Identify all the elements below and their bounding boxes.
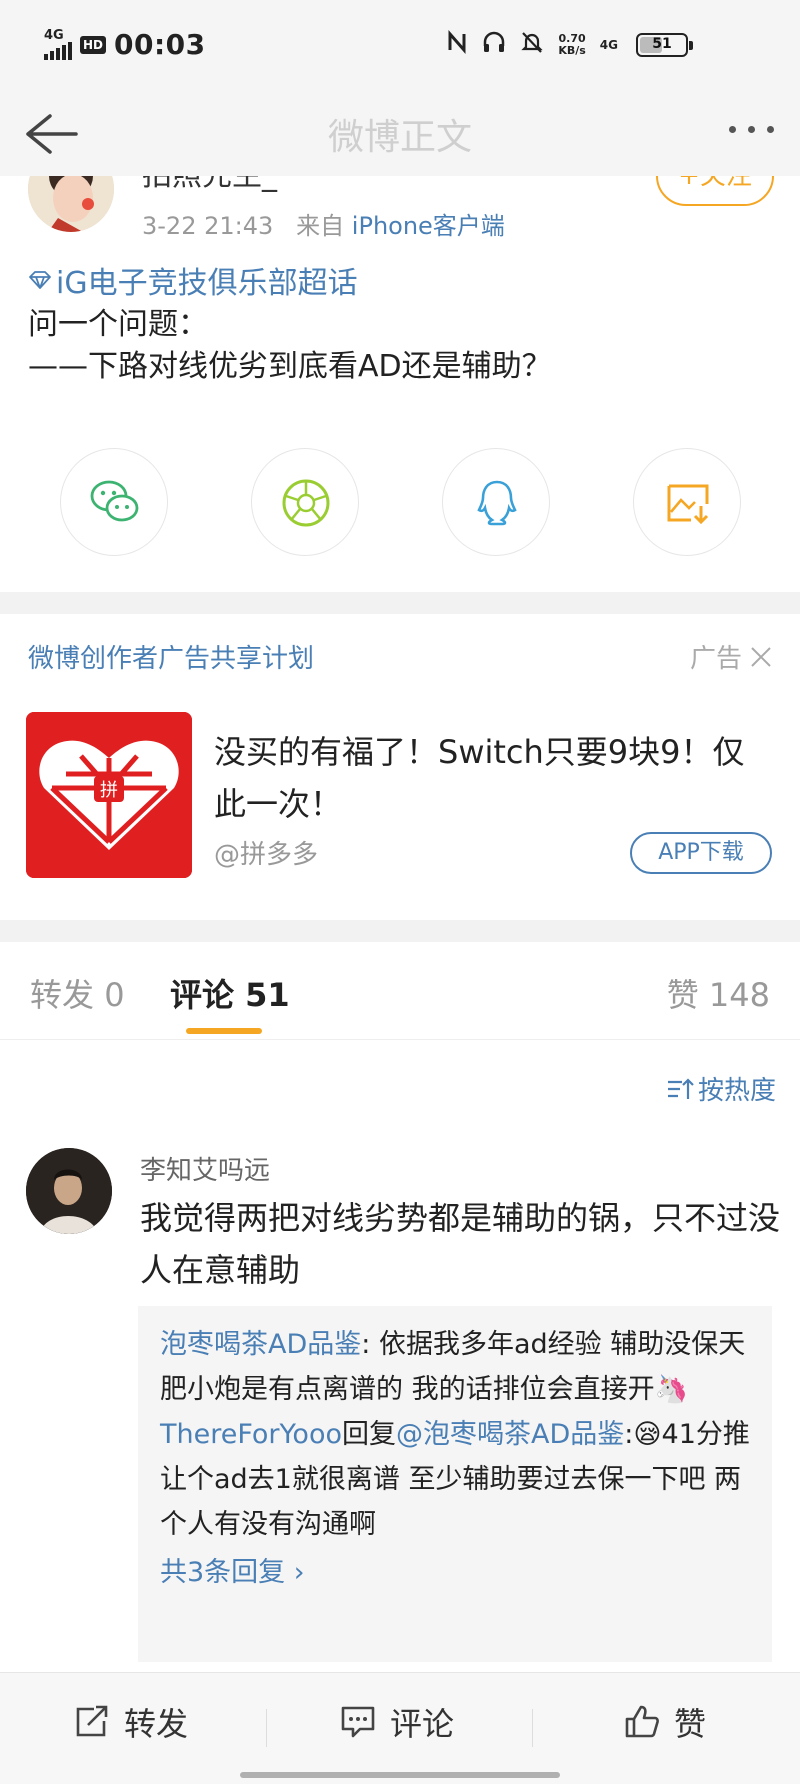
share-row [0,448,800,556]
source-prefix: 来自 [296,212,345,240]
network-type-2: 4G [599,37,618,52]
speed-unit: KB/s [558,43,586,57]
save-image-icon[interactable] [633,448,741,556]
comment-button[interactable]: 评论 [340,1699,454,1745]
tab-like-label: 赞 [666,976,699,1014]
reply-box[interactable]: 泡枣喝茶AD品鉴: 依据我多年ad经验 辅助没保天肥小炮是有点离谱的 我的话排位… [138,1306,772,1662]
follow-button[interactable]: +关注 [656,176,774,206]
separator [532,1709,533,1747]
network-type: 4G [44,28,64,43]
topic-label: iG电子竞技俱乐部超话 [56,266,358,301]
speed-value: 0.70 [558,31,586,45]
network-speed: 0.70 KB/s [558,31,586,57]
post-card: 拍照先生_ +关注 3-22 21:43 来自 iPhone客户端 iG电子竞技… [0,176,800,592]
post-meta: 3-22 21:43 来自 iPhone客户端 [142,206,505,241]
comment-text: 我觉得两把对线劣势都是辅助的锅，只不过没人在意辅助 [140,1199,781,1289]
comment-icon [341,1706,375,1738]
interaction-tabs: 转发 0 评论 51 赞 148 [0,942,800,1040]
reply-item: ThereForYooo回复@泡枣喝茶AD品鉴:😪41分推让个ad去1就很离谱 … [160,1412,750,1547]
post-line-1: 问一个问题： [28,307,208,342]
reply-mention[interactable]: @泡枣喝茶AD品鉴 [396,1419,624,1450]
ad-title[interactable]: 没买的有福了！Switch只要9块9！仅此一次！ [214,726,774,830]
ad-program-link[interactable]: 微博创作者广告共享计划 [28,638,314,675]
tab-like[interactable]: 赞 148 [667,970,770,1016]
tab-comment[interactable]: 评论 51 [170,970,290,1016]
super-topic-icon [29,271,51,289]
clock: 00:03 [114,28,206,61]
status-bar: 4G HD 00:03 0.70 KB/s 4G 51 [0,0,800,92]
post-line-2: ——下路对线优劣到底看AD还是辅助？ [28,349,552,384]
wechat-icon[interactable] [60,448,168,556]
active-tab-indicator [186,1028,262,1034]
sort-by-hot-button[interactable]: 按热度 [666,1070,776,1107]
repost-button[interactable]: 转发 [74,1699,188,1745]
reply-item: 泡枣喝茶AD品鉴: 依据我多年ad经验 辅助没保天肥小炮是有点离谱的 我的话排位… [160,1322,750,1412]
commenter-name[interactable]: 李知艾吗远 [140,1150,270,1187]
post-source[interactable]: iPhone客户端 [352,212,505,240]
separator [266,1709,267,1747]
reply-author[interactable]: 泡枣喝茶AD品鉴 [160,1329,361,1360]
repost-icon [76,1705,108,1737]
battery-level: 51 [652,36,672,52]
moments-icon[interactable] [251,448,359,556]
battery-cap [689,41,693,50]
view-all-replies-link[interactable]: 共3条回复 › [160,1549,750,1597]
bottom-action-bar: 转发 评论 赞 [0,1672,800,1784]
headphones-icon [482,30,506,59]
status-left: 4G HD 00:03 [44,28,206,61]
ad-card[interactable]: 微博创作者广告共享计划 广告 拼 没买的有福了！Switch只要9块9！仅此一次… [0,614,800,920]
comment-label: 评论 [390,1705,455,1743]
qq-icon[interactable] [442,448,550,556]
sort-icon [667,1077,694,1099]
author-name[interactable]: 拍照先生_ [142,176,277,194]
topic-link[interactable]: iG电子竞技俱乐部超话 [28,258,358,302]
battery-icon: 51 [636,33,693,57]
tab-like-count: 148 [708,976,770,1014]
author-avatar[interactable] [28,176,114,232]
nfc-icon [446,30,468,59]
close-icon[interactable] [750,646,772,668]
tab-repost[interactable]: 转发 0 [30,970,125,1016]
tab-comment-label: 评论 [170,976,235,1014]
ad-label-text: 广告 [689,644,742,674]
like-label: 赞 [674,1705,707,1743]
tab-repost-count: 0 [104,976,125,1014]
thumbs-up-icon [625,1705,659,1738]
post-body: 问一个问题： ——下路对线优劣到底看AD还是辅助？ [28,304,552,388]
post-time: 3-22 21:43 [142,212,274,240]
app-download-button[interactable]: APP下载 [630,832,772,874]
ad-source: @拼多多 [214,840,319,870]
reply-verb: 回复 [342,1419,396,1450]
section-divider [0,592,800,614]
sort-label: 按热度 [697,1076,776,1106]
hd-icon: HD [80,35,107,54]
ad-label[interactable]: 广告 [690,638,772,675]
signal-icon [44,42,72,60]
more-menu-icon[interactable] [729,126,774,133]
repost-label: 转发 [124,1705,189,1743]
reply-author[interactable]: ThereForYooo [160,1419,342,1450]
like-button[interactable]: 赞 [624,1699,706,1745]
pinduoduo-logo[interactable]: 拼 [26,712,192,878]
tab-repost-label: 转发 [30,976,95,1014]
page-title: 微博正文 [327,117,472,158]
logo-text: 拼 [100,780,118,801]
home-indicator[interactable] [240,1772,560,1778]
nav-bar: 微博正文 [0,92,800,176]
commenter-avatar[interactable] [26,1148,112,1234]
tab-comment-count: 51 [245,976,290,1014]
mute-bell-icon [520,30,544,59]
section-divider-2 [0,920,800,942]
